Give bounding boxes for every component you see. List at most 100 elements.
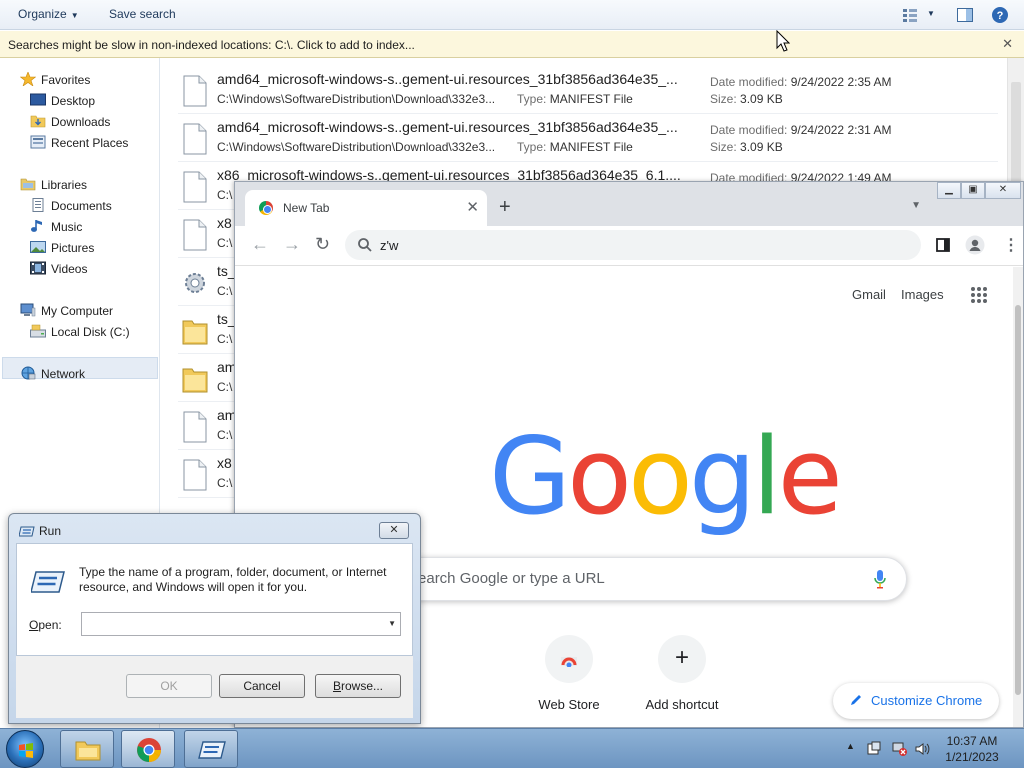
view-dropdown-icon[interactable]: ▼	[927, 9, 935, 18]
google-search-box[interactable]: Search Google or type a URL	[385, 557, 907, 601]
svg-text:?: ?	[997, 10, 1004, 22]
taskbar-chrome[interactable]	[121, 730, 175, 768]
windows-logo-icon	[19, 743, 33, 758]
minimize-button[interactable]: ▁	[937, 182, 961, 199]
document-icon	[183, 171, 207, 203]
disk-drive-icon	[30, 324, 46, 338]
save-search-button[interactable]: Save search	[109, 7, 176, 21]
search-placeholder: Search Google or type a URL	[408, 570, 605, 587]
taskbar: ▲ 10:37 AM 1/21/2023	[0, 728, 1024, 768]
file-path: C:\	[217, 284, 233, 298]
close-tab-icon[interactable]: ✕	[466, 198, 479, 216]
file-size: Size: 3.09 KB	[710, 140, 783, 154]
scrollbar-thumb[interactable]	[1015, 305, 1021, 695]
file-name[interactable]: x8	[217, 215, 232, 231]
desktop-icon	[30, 93, 46, 106]
view-options-icon[interactable]	[901, 6, 919, 24]
volume-icon[interactable]	[914, 741, 930, 757]
file-type: Type: MANIFEST File	[517, 140, 633, 154]
file-row[interactable]: amd64_microsoft-windows-s..gement-ui.res…	[178, 114, 998, 162]
tab-search-chevron-icon[interactable]: ▼	[911, 200, 921, 211]
file-path: C:\	[217, 236, 233, 250]
file-type: Type: MANIFEST File	[517, 92, 633, 106]
document-icon	[183, 459, 207, 491]
videos-icon	[30, 261, 46, 275]
taskbar-run[interactable]	[184, 730, 238, 768]
shortcut-web-store[interactable]: Web Store	[513, 635, 625, 725]
document-icon	[183, 75, 207, 107]
omnibox-text[interactable]: z'w	[380, 238, 398, 253]
gmail-link[interactable]: Gmail	[852, 287, 886, 302]
index-infobar[interactable]: Searches might be slow in non-indexed lo…	[0, 31, 1024, 58]
chevron-down-icon[interactable]: ▼	[388, 619, 396, 628]
file-name[interactable]: ts_	[217, 311, 236, 327]
ok-button[interactable]: OK	[126, 674, 212, 698]
start-button[interactable]	[6, 730, 44, 768]
maximize-button[interactable]: ▣	[961, 182, 985, 199]
chrome-scrollbar[interactable]	[1013, 267, 1023, 727]
music-icon	[31, 220, 42, 232]
document-icon	[183, 123, 207, 155]
file-path: C:\	[217, 332, 233, 346]
profile-avatar-icon[interactable]	[965, 235, 985, 255]
google-logo: Google	[489, 415, 843, 538]
file-date: Date modified: 9/24/2022 2:31 AM	[710, 123, 892, 137]
close-icon[interactable]: ✕	[1002, 36, 1013, 52]
network-icon	[21, 366, 36, 380]
add-plus-icon: +	[658, 635, 706, 683]
web-store-icon	[545, 635, 593, 683]
star-icon	[20, 72, 36, 86]
file-name[interactable]: ts_	[217, 263, 236, 279]
mouse-cursor-icon	[776, 30, 790, 52]
pictures-icon	[30, 241, 46, 253]
new-tab-plus-icon[interactable]: +	[499, 196, 511, 219]
document-icon	[183, 219, 207, 251]
voice-search-mic-icon[interactable]	[874, 569, 886, 589]
run-title-icon	[19, 526, 35, 537]
browse-button[interactable]: Browse...	[315, 674, 401, 698]
folder-icon	[182, 320, 208, 345]
window-close-button[interactable]: ✕	[985, 182, 1021, 199]
customize-chrome-button[interactable]: Customize Chrome	[833, 683, 999, 719]
file-name[interactable]: amd64_microsoft-windows-s..gement-ui.res…	[217, 71, 678, 87]
file-path: C:\Windows\SoftwareDistribution\Download…	[217, 140, 496, 154]
file-name[interactable]: x8	[217, 455, 232, 471]
file-size: Size: 3.09 KB	[710, 92, 783, 106]
downloads-folder-icon	[30, 115, 46, 128]
open-label: Open:	[29, 618, 62, 632]
back-arrow-icon[interactable]: ←	[251, 234, 269, 255]
taskbar-explorer[interactable]	[60, 730, 114, 768]
run-close-button[interactable]: ✕	[379, 522, 409, 539]
preview-pane-icon[interactable]	[956, 6, 974, 24]
file-path: C:\	[217, 380, 233, 394]
shortcut-add[interactable]: + Add shortcut	[626, 635, 738, 725]
clock-time: 10:37 AM	[946, 734, 998, 748]
reload-icon[interactable]: ↻	[315, 234, 330, 255]
network-disconnected-icon[interactable]	[892, 741, 908, 757]
help-icon[interactable]: ?	[991, 6, 1009, 24]
file-name[interactable]: amd64_microsoft-windows-s..gement-ui.res…	[217, 119, 678, 135]
cancel-button[interactable]: Cancel	[219, 674, 305, 698]
search-icon	[358, 238, 372, 252]
action-center-icon[interactable]	[866, 741, 882, 757]
logo-letter: g	[688, 415, 756, 538]
file-row[interactable]: amd64_microsoft-windows-s..gement-ui.res…	[178, 66, 998, 114]
documents-icon	[32, 198, 44, 212]
system-clock[interactable]: 10:37 AM 1/21/2023	[932, 733, 1012, 765]
open-combobox[interactable]: ▼	[81, 612, 401, 636]
apps-grid-icon[interactable]	[971, 287, 987, 303]
tab-strip: New Tab ✕ + ▼	[235, 182, 1023, 226]
tab-new-tab[interactable]: New Tab ✕	[245, 190, 487, 226]
logo-letter: o	[567, 415, 632, 538]
side-panel-icon[interactable]	[935, 237, 951, 253]
forward-arrow-icon[interactable]: →	[283, 234, 301, 255]
organize-button[interactable]: Organize ▼	[18, 7, 79, 21]
omnibox[interactable]: z'w	[345, 230, 921, 260]
file-path: C:\Windows\SoftwareDistribution\Download…	[217, 92, 496, 106]
run-description: Type the name of a program, folder, docu…	[79, 565, 387, 594]
menu-kebab-icon[interactable]: ⋮	[1003, 235, 1019, 255]
folder-icon	[182, 368, 208, 393]
chrome-icon	[137, 738, 161, 762]
images-link[interactable]: Images	[901, 287, 944, 302]
show-hidden-icons-chevron[interactable]: ▲	[846, 741, 855, 751]
